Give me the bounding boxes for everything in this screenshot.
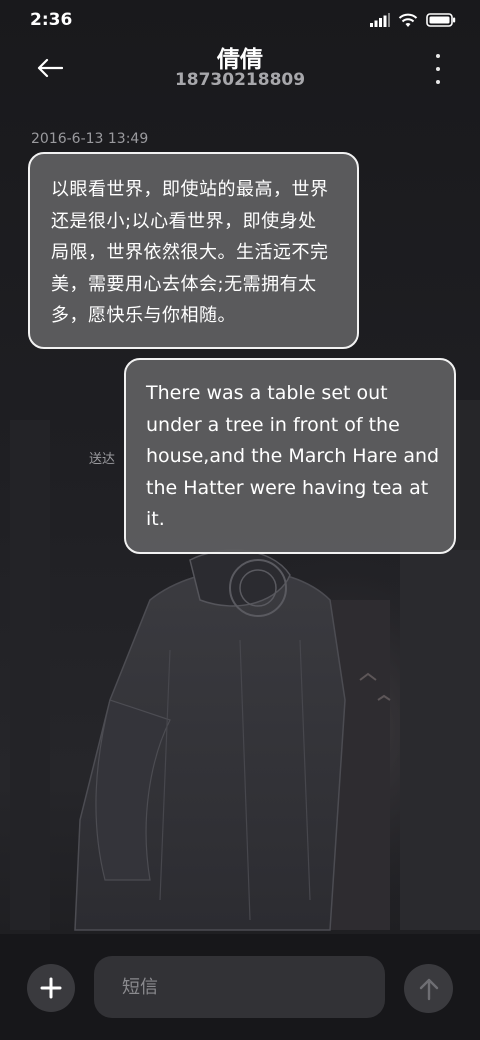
conversation-header: 倩倩 18730218809 — [0, 40, 480, 100]
message-line: 还是很小;以心看世界，即使身处 — [51, 210, 317, 232]
message-composer — [0, 934, 480, 1040]
send-arrow-up-icon — [419, 978, 438, 1000]
incoming-message-bubble[interactable]: 以眼看世界，即使站的最高，世界 还是很小;以心看世界，即使身处 局限，世界依然很… — [28, 152, 359, 349]
status-bar: 2:36 — [0, 0, 480, 40]
message-timestamp: 2016-6-13 13:49 — [31, 131, 149, 147]
battery-icon — [426, 13, 456, 27]
status-icons — [370, 10, 456, 30]
send-button[interactable] — [404, 964, 453, 1013]
more-options-button[interactable] — [434, 54, 442, 84]
sms-conversation-screen: 2:36 倩倩 18730218809 2016-6-13 13:49 以眼看世… — [0, 0, 480, 1040]
message-line: the Hatter were having tea at — [146, 476, 429, 499]
wifi-icon — [398, 13, 418, 27]
status-time: 2:36 — [30, 10, 73, 30]
message-line: 以眼看世界，即使站的最高，世界 — [51, 179, 329, 200]
message-line: 美，需要用心去体会;无需拥有太 — [51, 273, 317, 295]
message-line: 局限，世界依然很大。生活远不完 — [51, 242, 329, 263]
outgoing-message-bubble[interactable]: There was a table set out under a tree i… — [124, 358, 456, 554]
message-line: There was a table set out — [146, 382, 388, 404]
message-line: it. — [146, 508, 165, 530]
message-line: under a tree in front of the — [146, 413, 400, 436]
contact-phone-number: 18730218809 — [174, 70, 306, 90]
message-line: 多，愿快乐与你相随。 — [51, 305, 236, 326]
message-input[interactable] — [94, 956, 385, 1018]
more-vertical-icon — [436, 54, 440, 58]
add-attachment-button[interactable] — [27, 964, 75, 1012]
delivery-status: 送达 — [89, 452, 116, 467]
plus-icon — [40, 977, 62, 999]
contact-name: 倩倩 — [217, 47, 263, 73]
signal-icon — [370, 13, 390, 27]
message-line: house,and the March Hare and — [146, 445, 440, 467]
